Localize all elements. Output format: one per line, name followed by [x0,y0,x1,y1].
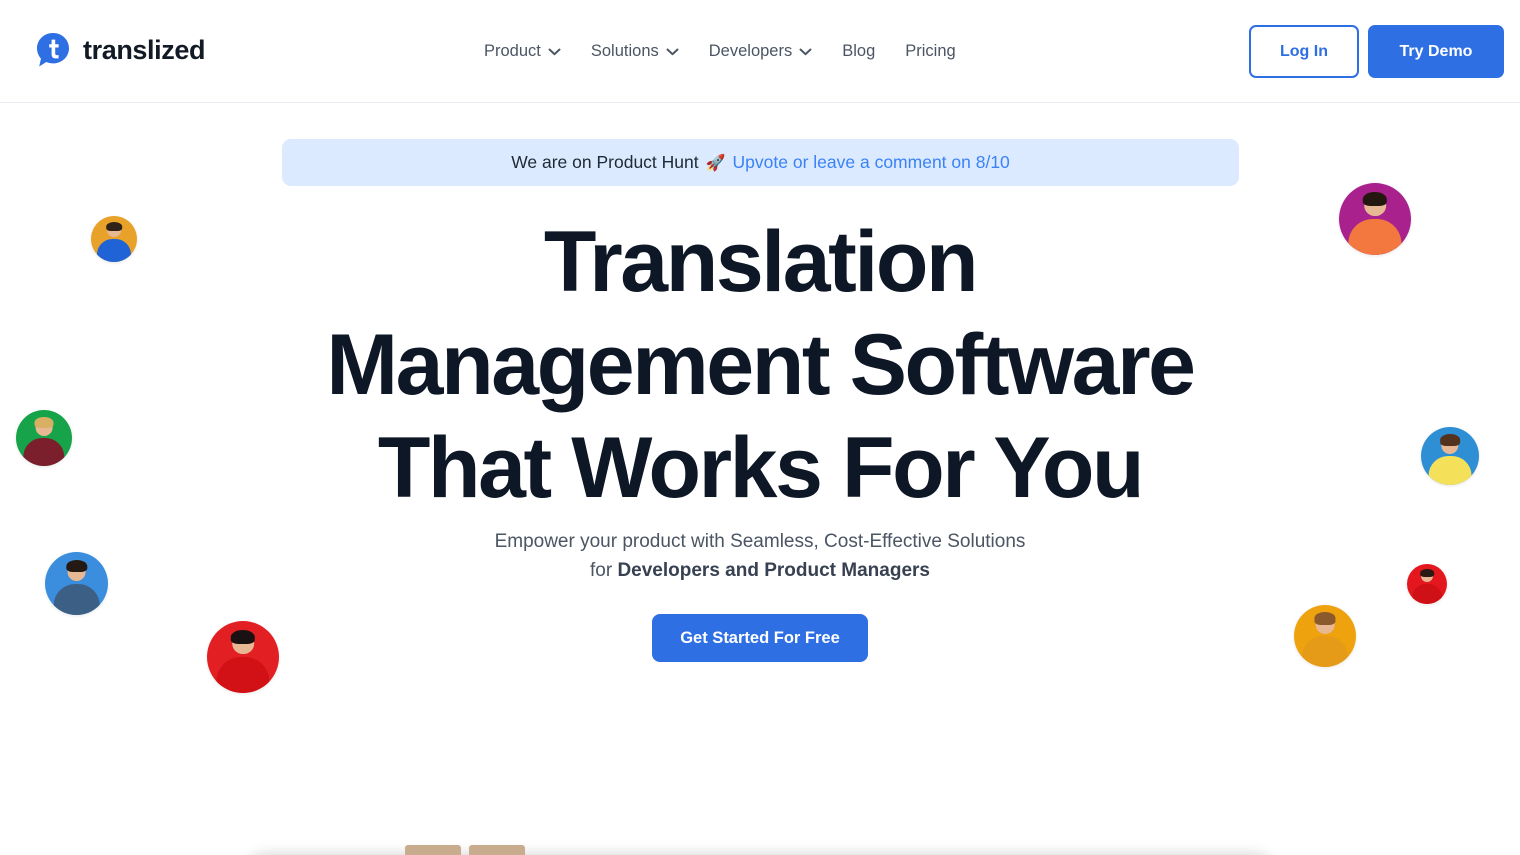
nav-label-solutions: Solutions [590,42,659,61]
translized-logo-icon [34,31,72,69]
banner-text: We are on Product Hunt [511,152,699,172]
chevron-down-icon [666,48,679,56]
avatar-man-arms-crossed [45,552,108,615]
avatar-body [1302,636,1348,667]
try-demo-button[interactable]: Try Demo [1368,25,1504,78]
avatar-hair [1440,433,1460,446]
device-button-top-2 [469,845,525,855]
product-hunt-banner: We are on Product Hunt 🚀 Upvote or leave… [282,139,1239,186]
avatar-hair [65,559,88,573]
avatar-man-blue-shirt [91,216,137,262]
avatar-man-orange-sweater [1339,183,1411,255]
avatar-body [1428,456,1472,485]
avatar-hair [34,416,54,428]
avatar-hair [106,221,122,231]
avatar-hair [1420,568,1434,577]
avatar-woman-red-small [1407,564,1447,604]
headline-line-3: That Works For You [377,420,1145,516]
nav-item-solutions[interactable]: Solutions [591,43,679,60]
nav-item-blog[interactable]: Blog [842,43,875,60]
main-nav: Product Solutions Developers Blog Pricin… [484,0,956,103]
nav-item-product[interactable]: Product [484,43,561,60]
avatar-hair [1314,612,1336,625]
brand-logo[interactable]: translized [34,31,205,69]
hero-subtitle: Empower your product with Seamless, Cost… [0,527,1520,585]
avatar-hair [230,629,256,645]
headline-line-2: Management Software [326,317,1196,413]
login-button[interactable]: Log In [1249,25,1359,78]
nav-item-pricing[interactable]: Pricing [905,43,955,60]
avatar-body [1412,584,1442,604]
avatar-woman-red [207,621,279,693]
nav-label-product: Product [484,42,541,61]
avatar-woman-amber [1294,605,1356,667]
nav-label-pricing: Pricing [905,42,956,61]
avatar-body [96,239,132,262]
avatar-hair [1362,191,1388,207]
site-header: translized Product Solutions Developers [0,0,1520,103]
chevron-down-icon [799,48,812,56]
device-button-top-1 [405,845,461,855]
avatar-body [53,583,100,615]
header-actions: Log In Try Demo [1249,25,1504,78]
banner-upvote-link[interactable]: Upvote or leave a comment on 8/10 [733,152,1010,173]
get-started-button[interactable]: Get Started For Free [652,614,868,662]
chevron-down-icon [548,48,561,56]
brand-name: translized [83,34,206,65]
subtitle-line-2-bold: Developers and Product Managers [617,560,930,581]
subtitle-line-1: Empower your product with Seamless, Cost… [494,531,1026,552]
nav-label-blog: Blog [842,42,876,61]
landing-page: translized Product Solutions Developers [0,0,1520,855]
page-title: Translation Management Software That Wor… [0,211,1520,520]
subtitle-line-2-prefix: for [590,560,618,581]
nav-item-developers[interactable]: Developers [709,43,812,60]
hero-section: We are on Product Hunt 🚀 Upvote or leave… [0,103,1520,855]
nav-label-developers: Developers [708,42,793,61]
avatar-woman-blonde [16,410,72,466]
headline-line-1: Translation [543,214,979,310]
avatar-woman-yellow [1421,427,1479,485]
rocket-icon: 🚀 [705,154,726,172]
